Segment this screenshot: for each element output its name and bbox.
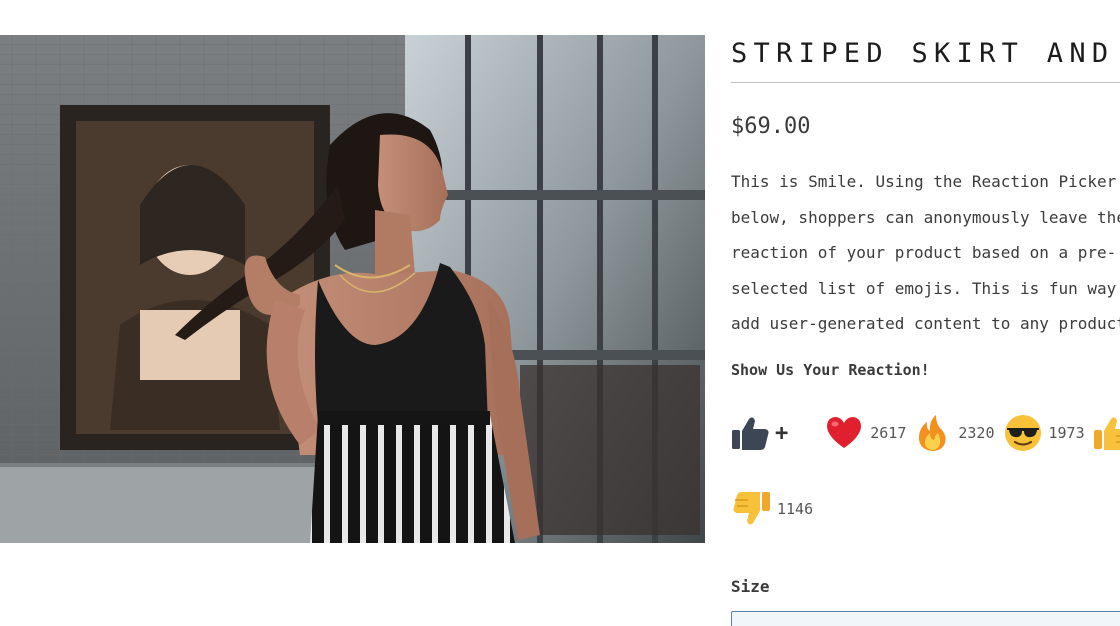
size-label: Size [731,577,770,596]
sunglasses-face-icon [1003,413,1043,453]
thumbs-down-icon [731,489,771,529]
reaction-bar-row-2: 1146 [731,486,813,532]
product-photo-illustration [0,35,705,543]
reaction-sunglasses[interactable]: 1973 [1003,413,1085,453]
reaction-heart[interactable]: 2617 [824,413,906,453]
product-page: STRIPED SKIRT AND TOP $69.00 This is Smi… [0,0,1120,626]
reaction-thumbs-up[interactable]: 1 [1093,413,1120,453]
product-info-panel: STRIPED SKIRT AND TOP $69.00 This is Smi… [731,0,1120,626]
reaction-heading: Show Us Your Reaction! [731,361,930,379]
description-line: This is Smile. Using the Reaction Picker [731,172,1117,191]
product-photo [0,35,705,543]
product-title: STRIPED SKIRT AND TOP [731,38,1120,69]
thumbs-up-plus-icon [731,413,771,453]
reaction-thumbs-down[interactable]: 1146 [731,489,813,529]
thumbs-up-icon [1093,413,1120,453]
title-divider [731,82,1120,83]
reaction-bar: + 2617 2320 1973 [731,410,1120,456]
description-line: add user-generated content to any produc… [731,314,1120,333]
fire-count: 2320 [958,424,995,442]
heart-count: 2617 [870,424,907,442]
reaction-picker-button[interactable]: + [731,413,788,453]
fire-icon [912,413,952,453]
sunglasses-count: 1973 [1048,424,1085,442]
product-price: $69.00 [731,114,811,139]
description-line: below, shoppers can anonymously leave th… [731,207,1120,227]
size-select[interactable] [731,611,1120,626]
product-description: This is Smile. Using the Reaction Picker… [731,164,1120,342]
add-reaction-plus: + [775,420,789,446]
description-line: selected list of emojis. This is fun way… [731,278,1120,298]
thumbs-down-count: 1146 [777,500,814,518]
heart-icon [824,413,864,453]
description-line: reaction of your product based on a pre- [731,243,1117,262]
reaction-fire[interactable]: 2320 [912,413,995,453]
